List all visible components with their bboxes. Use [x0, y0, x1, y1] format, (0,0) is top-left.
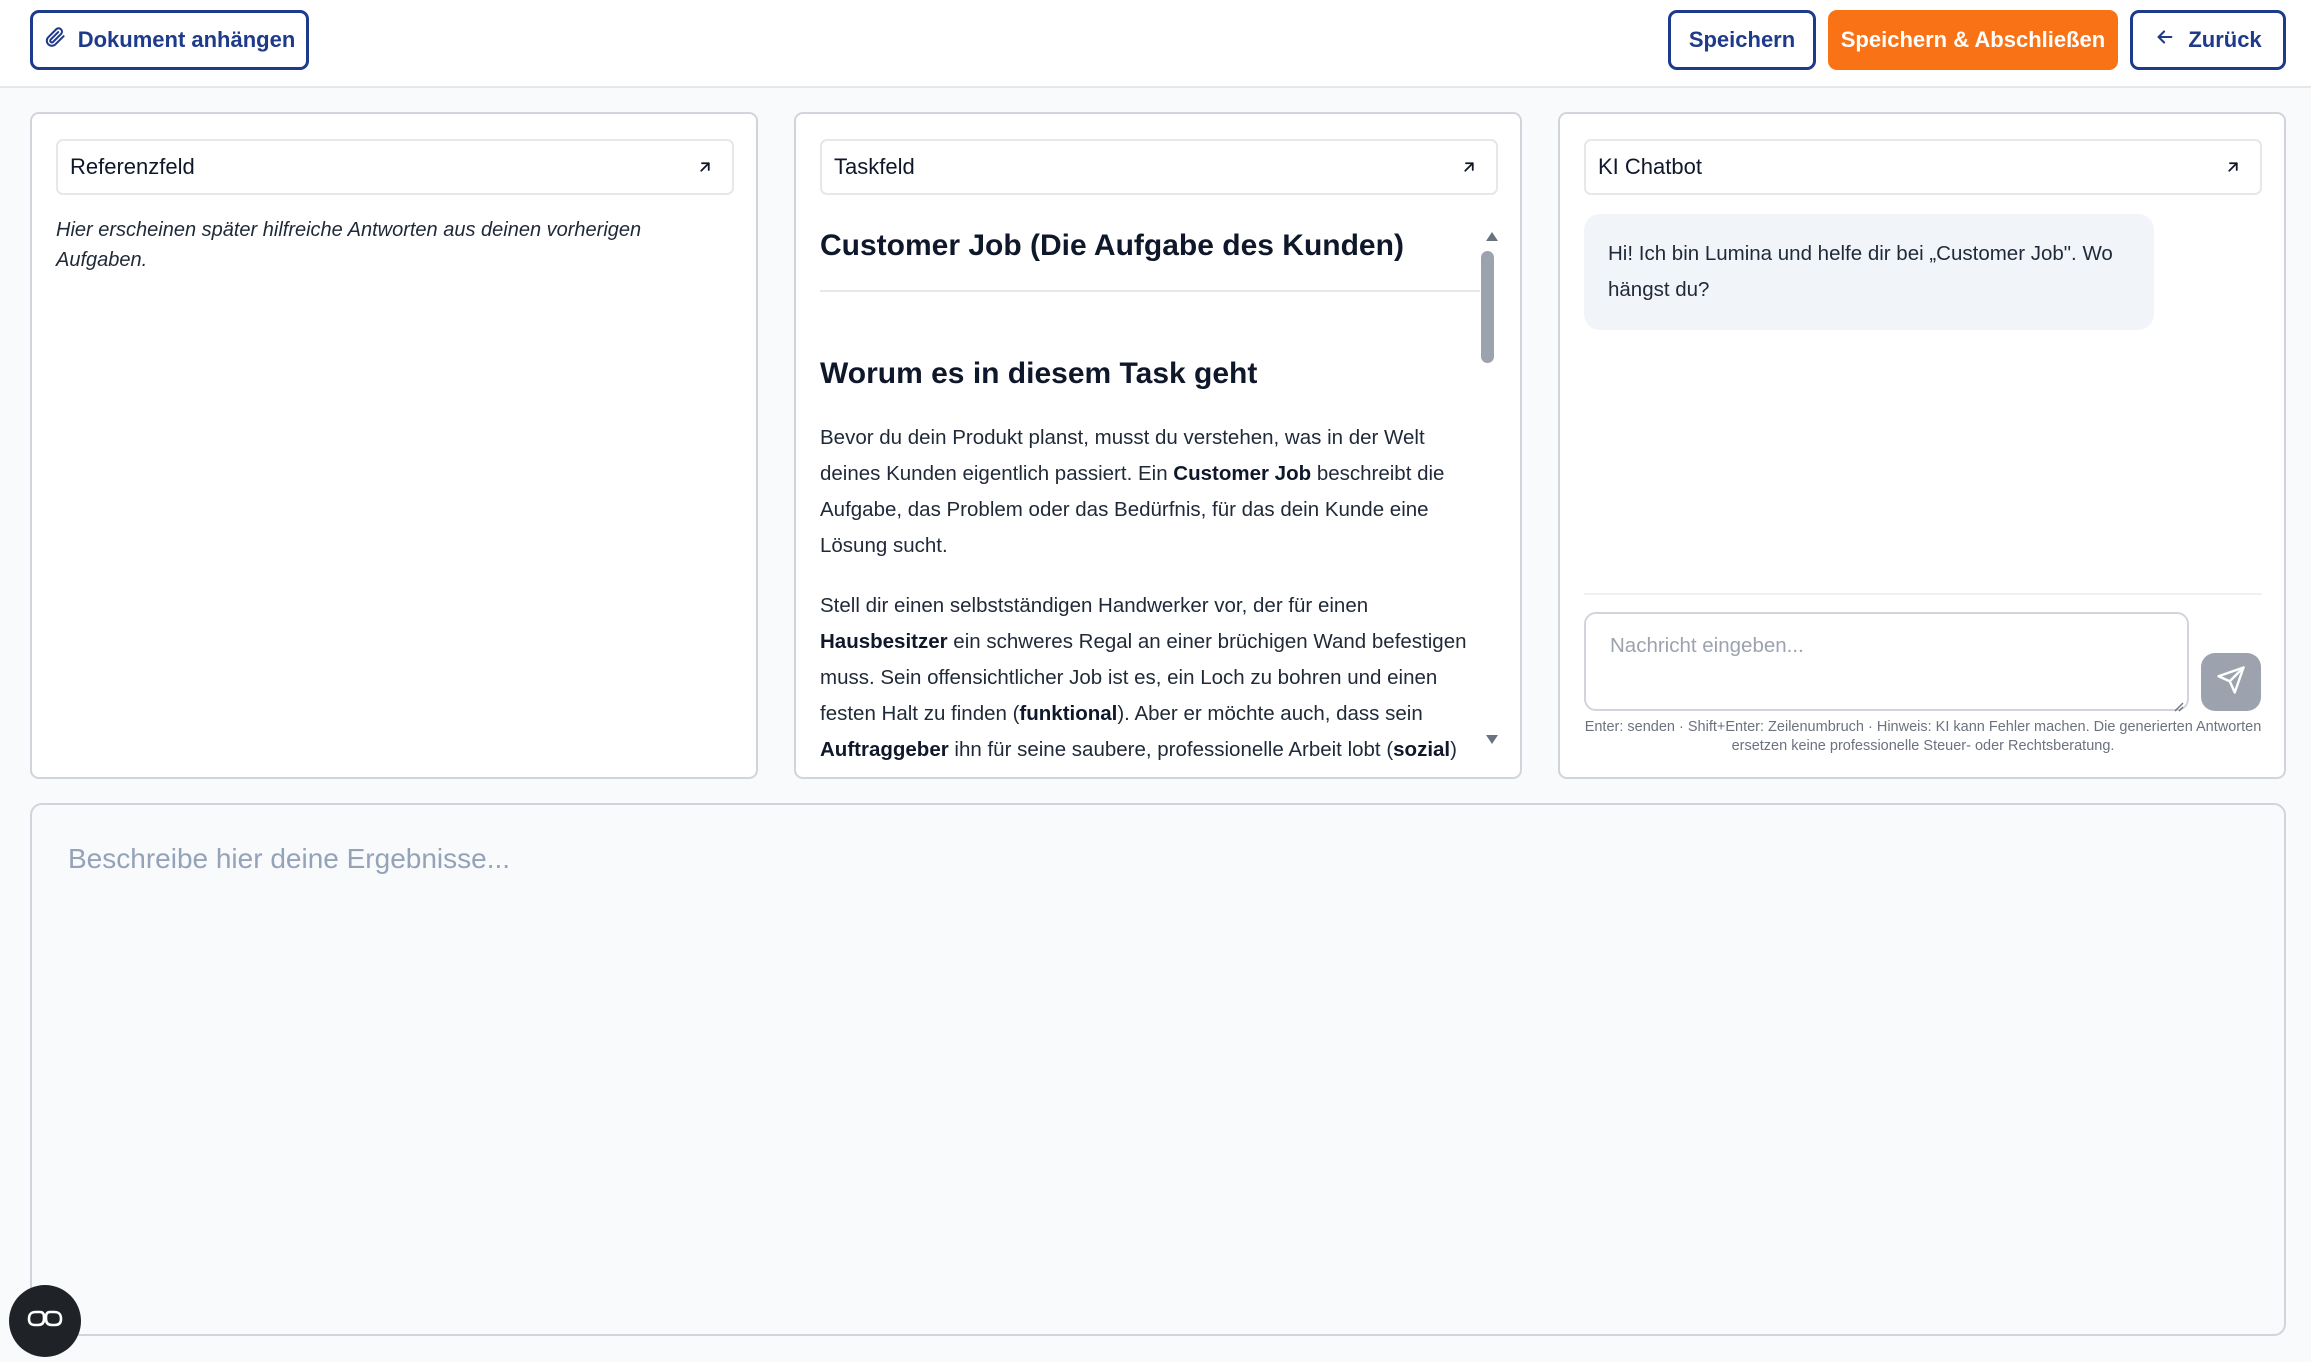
glasses-icon [26, 1306, 64, 1337]
task-p2-text-1: Stell dir einen selbstständigen Handwerk… [820, 594, 1369, 617]
task-p2-bold-2: funktional [1019, 702, 1118, 725]
resize-grip-icon[interactable] [2172, 694, 2184, 712]
task-p2-bold-1: Hausbesitzer [820, 630, 948, 653]
chat-input-placeholder: Nachricht eingeben... [1610, 634, 1804, 657]
save-label: Speichern [1688, 27, 1796, 52]
expand-task-icon[interactable] [1458, 156, 1480, 178]
task-p2-bold-3: Auftraggeber [820, 738, 949, 761]
top-toolbar: Dokument anhängen Speichern Speichern & … [0, 0, 2311, 88]
expand-chatbot-icon[interactable] [2222, 156, 2244, 178]
task-scrollbar-thumb[interactable] [1481, 251, 1494, 363]
attach-document-label: Dokument anhängen [77, 27, 296, 52]
arrow-left-icon [2154, 26, 2176, 54]
task-panel: Taskfeld Customer Job (Die Aufgabe des K… [794, 112, 1522, 779]
reference-placeholder-text: Hier erscheinen später hilfreiche Antwor… [56, 219, 642, 271]
task-p2-bold-4: sozial [1393, 738, 1451, 761]
task-panel-title: Taskfeld [834, 154, 915, 179]
floating-glasses-button[interactable] [9, 1285, 81, 1357]
task-p1-bold-1: Customer Job [1173, 462, 1312, 485]
chatbot-panel: KI Chatbot Hi! Ich bin Lumina und helfe … [1558, 112, 2286, 779]
task-p2-text-4: ihn für seine saubere, professionelle Ar… [948, 738, 1394, 761]
task-heading: Customer Job (Die Aufgabe des Kunden) [820, 214, 1480, 292]
task-content[interactable]: Customer Job (Die Aufgabe des Kunden) Wo… [820, 214, 1480, 774]
results-textarea[interactable]: Beschreibe hier deine Ergebnisse... [30, 803, 2286, 1336]
scroll-down-arrow-icon[interactable] [1486, 735, 1498, 744]
reference-panel: Referenzfeld Hier erscheinen später hilf… [30, 112, 758, 779]
save-button[interactable]: Speichern [1668, 10, 1816, 70]
results-placeholder: Beschreibe hier deine Ergebnisse... [68, 843, 511, 874]
save-and-finish-label: Speichern & Abschließen [1840, 27, 2106, 52]
send-icon [2216, 665, 2246, 700]
chat-message-bot: Hi! Ich bin Lumina und helfe dir bei „Cu… [1584, 214, 2154, 330]
back-label: Zurück [2188, 27, 2262, 52]
chat-message-input[interactable]: Nachricht eingeben... [1584, 612, 2189, 712]
chatbot-panel-title: KI Chatbot [1598, 154, 1702, 179]
chatbot-panel-header: KI Chatbot [1584, 139, 2262, 195]
task-paragraph-2: Stell dir einen selbstständigen Handwerk… [820, 588, 1480, 768]
task-p2-text-3: ). Aber er möchte auch, dass sein [1117, 702, 1423, 725]
paperclip-icon [44, 26, 66, 54]
expand-reference-icon[interactable] [694, 156, 716, 178]
reference-panel-title: Referenzfeld [70, 154, 195, 179]
save-and-finish-button[interactable]: Speichern & Abschließen [1828, 10, 2118, 70]
task-subheading: Worum es in diesem Task geht [820, 357, 1258, 390]
back-button[interactable]: Zurück [2130, 10, 2286, 70]
task-p2-text-5: ) [1450, 738, 1457, 761]
send-message-button[interactable] [2201, 653, 2261, 711]
task-paragraph-1: Bevor du dein Produkt planst, musst du v… [820, 420, 1480, 564]
reference-panel-header: Referenzfeld [56, 139, 734, 195]
task-panel-header: Taskfeld [820, 139, 1498, 195]
chat-divider [1584, 593, 2262, 595]
attach-document-button[interactable]: Dokument anhängen [30, 10, 309, 70]
chat-hint-text: Enter: senden · Shift+Enter: Zeilenumbru… [1584, 719, 2262, 754]
scroll-up-arrow-icon[interactable] [1486, 232, 1498, 241]
